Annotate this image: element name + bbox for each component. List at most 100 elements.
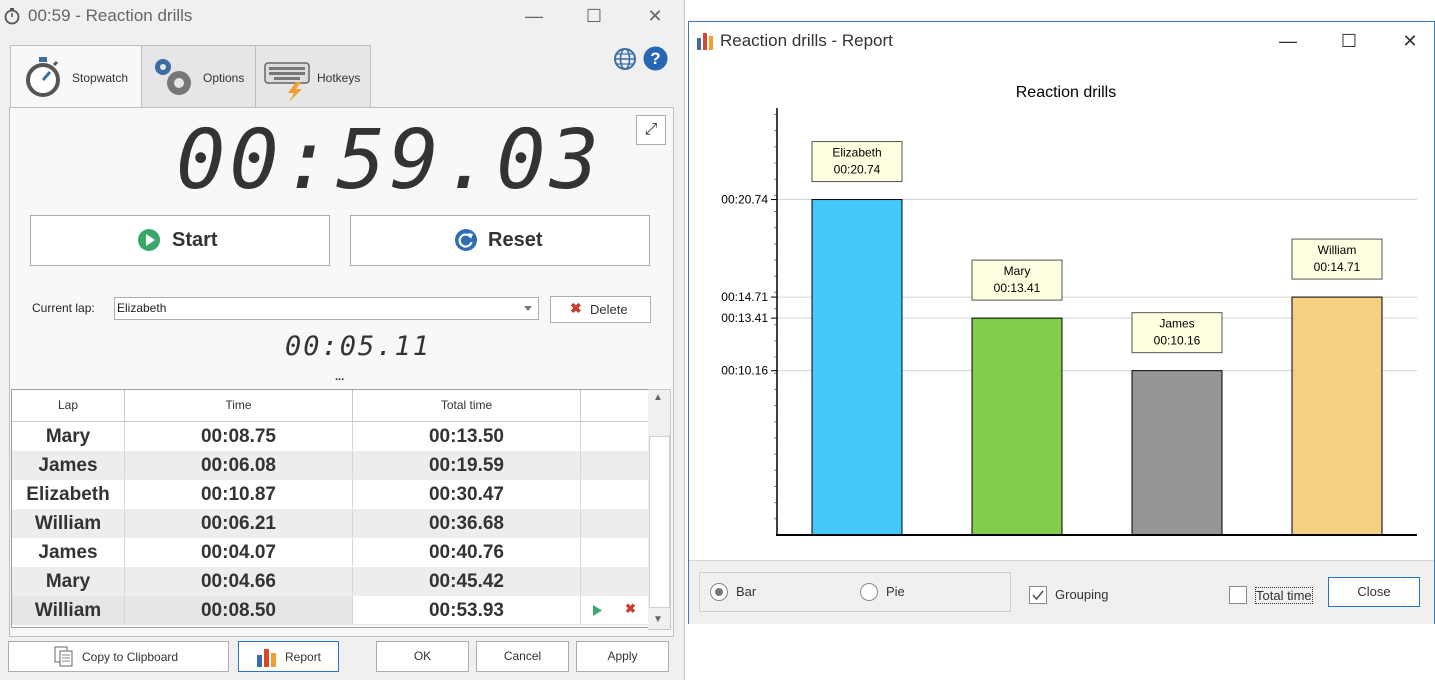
- report-footer: Bar Pie Grouping Total time Close: [689, 560, 1434, 624]
- report-button[interactable]: Report: [238, 641, 339, 672]
- y-tick-label: 00:20.74: [721, 193, 768, 207]
- table-row[interactable]: Mary 00:08.75 00:13.50: [12, 422, 649, 451]
- bar-radio-label: Bar: [736, 584, 757, 599]
- ok-button[interactable]: OK: [376, 641, 469, 672]
- data-label: James 00:10.16: [1131, 312, 1223, 354]
- delete-lap-icon[interactable]: ✖: [625, 601, 636, 617]
- report-window-title: Reaction drills - Report: [720, 31, 893, 50]
- copy-to-clipboard-button[interactable]: Copy to Clipboard: [8, 641, 229, 672]
- bar-radio[interactable]: [710, 583, 728, 601]
- scroll-up-icon[interactable]: ▲: [653, 392, 663, 403]
- reset-label: Reset: [488, 229, 543, 251]
- report-close-dialog-button[interactable]: Close: [1328, 577, 1420, 607]
- lap-time-display: 00:05.11: [285, 331, 432, 362]
- help-icon[interactable]: ?: [643, 46, 668, 71]
- lap-time: 00:08.50: [125, 596, 353, 624]
- report-minimize-button[interactable]: —: [1265, 28, 1311, 54]
- delete-x-icon: ✖: [570, 300, 582, 316]
- total-time-checkbox[interactable]: [1229, 586, 1247, 604]
- clipboard-icon: [54, 646, 73, 667]
- start-label: Start: [172, 229, 218, 251]
- y-tick-label: 00:10.16: [721, 364, 768, 378]
- bar-mary: [971, 317, 1063, 536]
- delete-button[interactable]: ✖ Delete: [550, 296, 651, 323]
- current-lap-label: Current lap:: [32, 301, 95, 315]
- header-actions: [581, 390, 649, 422]
- fullscreen-button[interactable]: ⤢: [636, 115, 666, 145]
- title-bar: 00:59 - Reaction drills — ☐ ✕: [0, 0, 684, 31]
- tab-stopwatch[interactable]: Stopwatch: [10, 45, 143, 109]
- y-tick-label: 00:14.71: [721, 290, 768, 304]
- lap-name: William: [12, 596, 125, 624]
- header-time[interactable]: Time: [125, 390, 353, 422]
- report-maximize-button[interactable]: ☐: [1326, 28, 1372, 54]
- report-label: Report: [285, 650, 322, 664]
- table-scrollbar[interactable]: ▲ ▼: [648, 389, 671, 630]
- copy-label: Copy to Clipboard: [82, 650, 179, 664]
- grouping-checkbox[interactable]: [1029, 586, 1047, 604]
- pie-radio[interactable]: [860, 583, 878, 601]
- total-time-label: Total time: [1255, 587, 1313, 604]
- gears-icon: [155, 59, 191, 95]
- data-label: Mary 00:13.41: [971, 259, 1063, 301]
- grouping-label: Grouping: [1055, 587, 1109, 602]
- tab-hotkeys-label: Hotkeys: [317, 71, 361, 85]
- scroll-thumb[interactable]: [649, 436, 670, 608]
- report-app-icon: [697, 33, 713, 50]
- expand-icon: ⤢: [644, 121, 658, 138]
- data-label-value: 00:20.74: [834, 163, 881, 177]
- start-button[interactable]: Start: [30, 215, 330, 266]
- svg-text:?: ?: [650, 49, 660, 68]
- table-row-selected[interactable]: William 00:08.50 00:53.93 ✖: [12, 596, 649, 625]
- stopwatch-app-icon: [4, 8, 20, 25]
- lap-time: 00:06.08: [125, 451, 353, 479]
- pie-radio-label: Pie: [886, 584, 905, 599]
- lap-total-time: 00:13.50: [353, 422, 581, 450]
- table-row[interactable]: William 00:06.21 00:36.68: [12, 509, 649, 538]
- report-title-bar: Reaction drills - Report — ☐ ✕: [689, 22, 1434, 60]
- tab-hotkeys[interactable]: Hotkeys: [255, 45, 371, 108]
- lap-total-time: 00:40.76: [353, 538, 581, 566]
- data-label-name: Mary: [1004, 264, 1031, 278]
- table-row[interactable]: James 00:06.08 00:19.59: [12, 451, 649, 480]
- language-globe-icon[interactable]: [613, 47, 637, 71]
- reset-icon: [455, 229, 477, 251]
- data-label-value: 00:10.16: [1154, 334, 1201, 348]
- header-lap[interactable]: Lap: [12, 390, 125, 422]
- minimize-button[interactable]: —: [511, 3, 557, 29]
- play-lap-icon[interactable]: [592, 605, 603, 616]
- stopwatch-window: 00:59 - Reaction drills — ☐ ✕ Stopwatch …: [0, 0, 685, 680]
- report-window: Reaction drills - Report — ☐ ✕ Reaction …: [688, 21, 1435, 624]
- bar-william: [1291, 296, 1383, 536]
- data-label-name: James: [1159, 317, 1194, 331]
- data-label-name: William: [1318, 243, 1357, 257]
- stopwatch-display: 00:59.03: [176, 113, 603, 208]
- chart-type-group: Bar Pie: [699, 572, 1011, 612]
- splitter-handle[interactable]: ...: [335, 371, 344, 383]
- data-label-value: 00:13.41: [994, 281, 1041, 295]
- reset-button[interactable]: Reset: [350, 215, 650, 266]
- close-button[interactable]: ✕: [632, 3, 678, 29]
- checkmark-icon: [1032, 590, 1044, 601]
- tab-options-label: Options: [203, 71, 245, 85]
- current-lap-dropdown[interactable]: Elizabeth: [114, 297, 539, 320]
- tab-options[interactable]: Options: [141, 45, 256, 108]
- maximize-button[interactable]: ☐: [571, 3, 617, 29]
- table-row[interactable]: Mary 00:04.66 00:45.42: [12, 567, 649, 596]
- lap-time: 00:04.66: [125, 567, 353, 595]
- data-label: Elizabeth 00:20.74: [811, 141, 903, 183]
- table-row[interactable]: Elizabeth 00:10.87 00:30.47: [12, 480, 649, 509]
- header-total-time[interactable]: Total time: [353, 390, 581, 422]
- window-title: 00:59 - Reaction drills: [28, 6, 193, 25]
- scroll-down-icon[interactable]: ▼: [653, 614, 663, 625]
- table-row[interactable]: James 00:04.07 00:40.76: [12, 538, 649, 567]
- lap-name: Mary: [12, 567, 125, 595]
- delete-label: Delete: [590, 302, 628, 317]
- apply-button[interactable]: Apply: [576, 641, 669, 672]
- report-close-button[interactable]: ✕: [1387, 28, 1433, 54]
- cancel-button[interactable]: Cancel: [476, 641, 569, 672]
- lap-time: 00:04.07: [125, 538, 353, 566]
- data-label-name: Elizabeth: [832, 146, 881, 160]
- lap-name: Mary: [12, 422, 125, 450]
- bar-james: [1131, 370, 1223, 536]
